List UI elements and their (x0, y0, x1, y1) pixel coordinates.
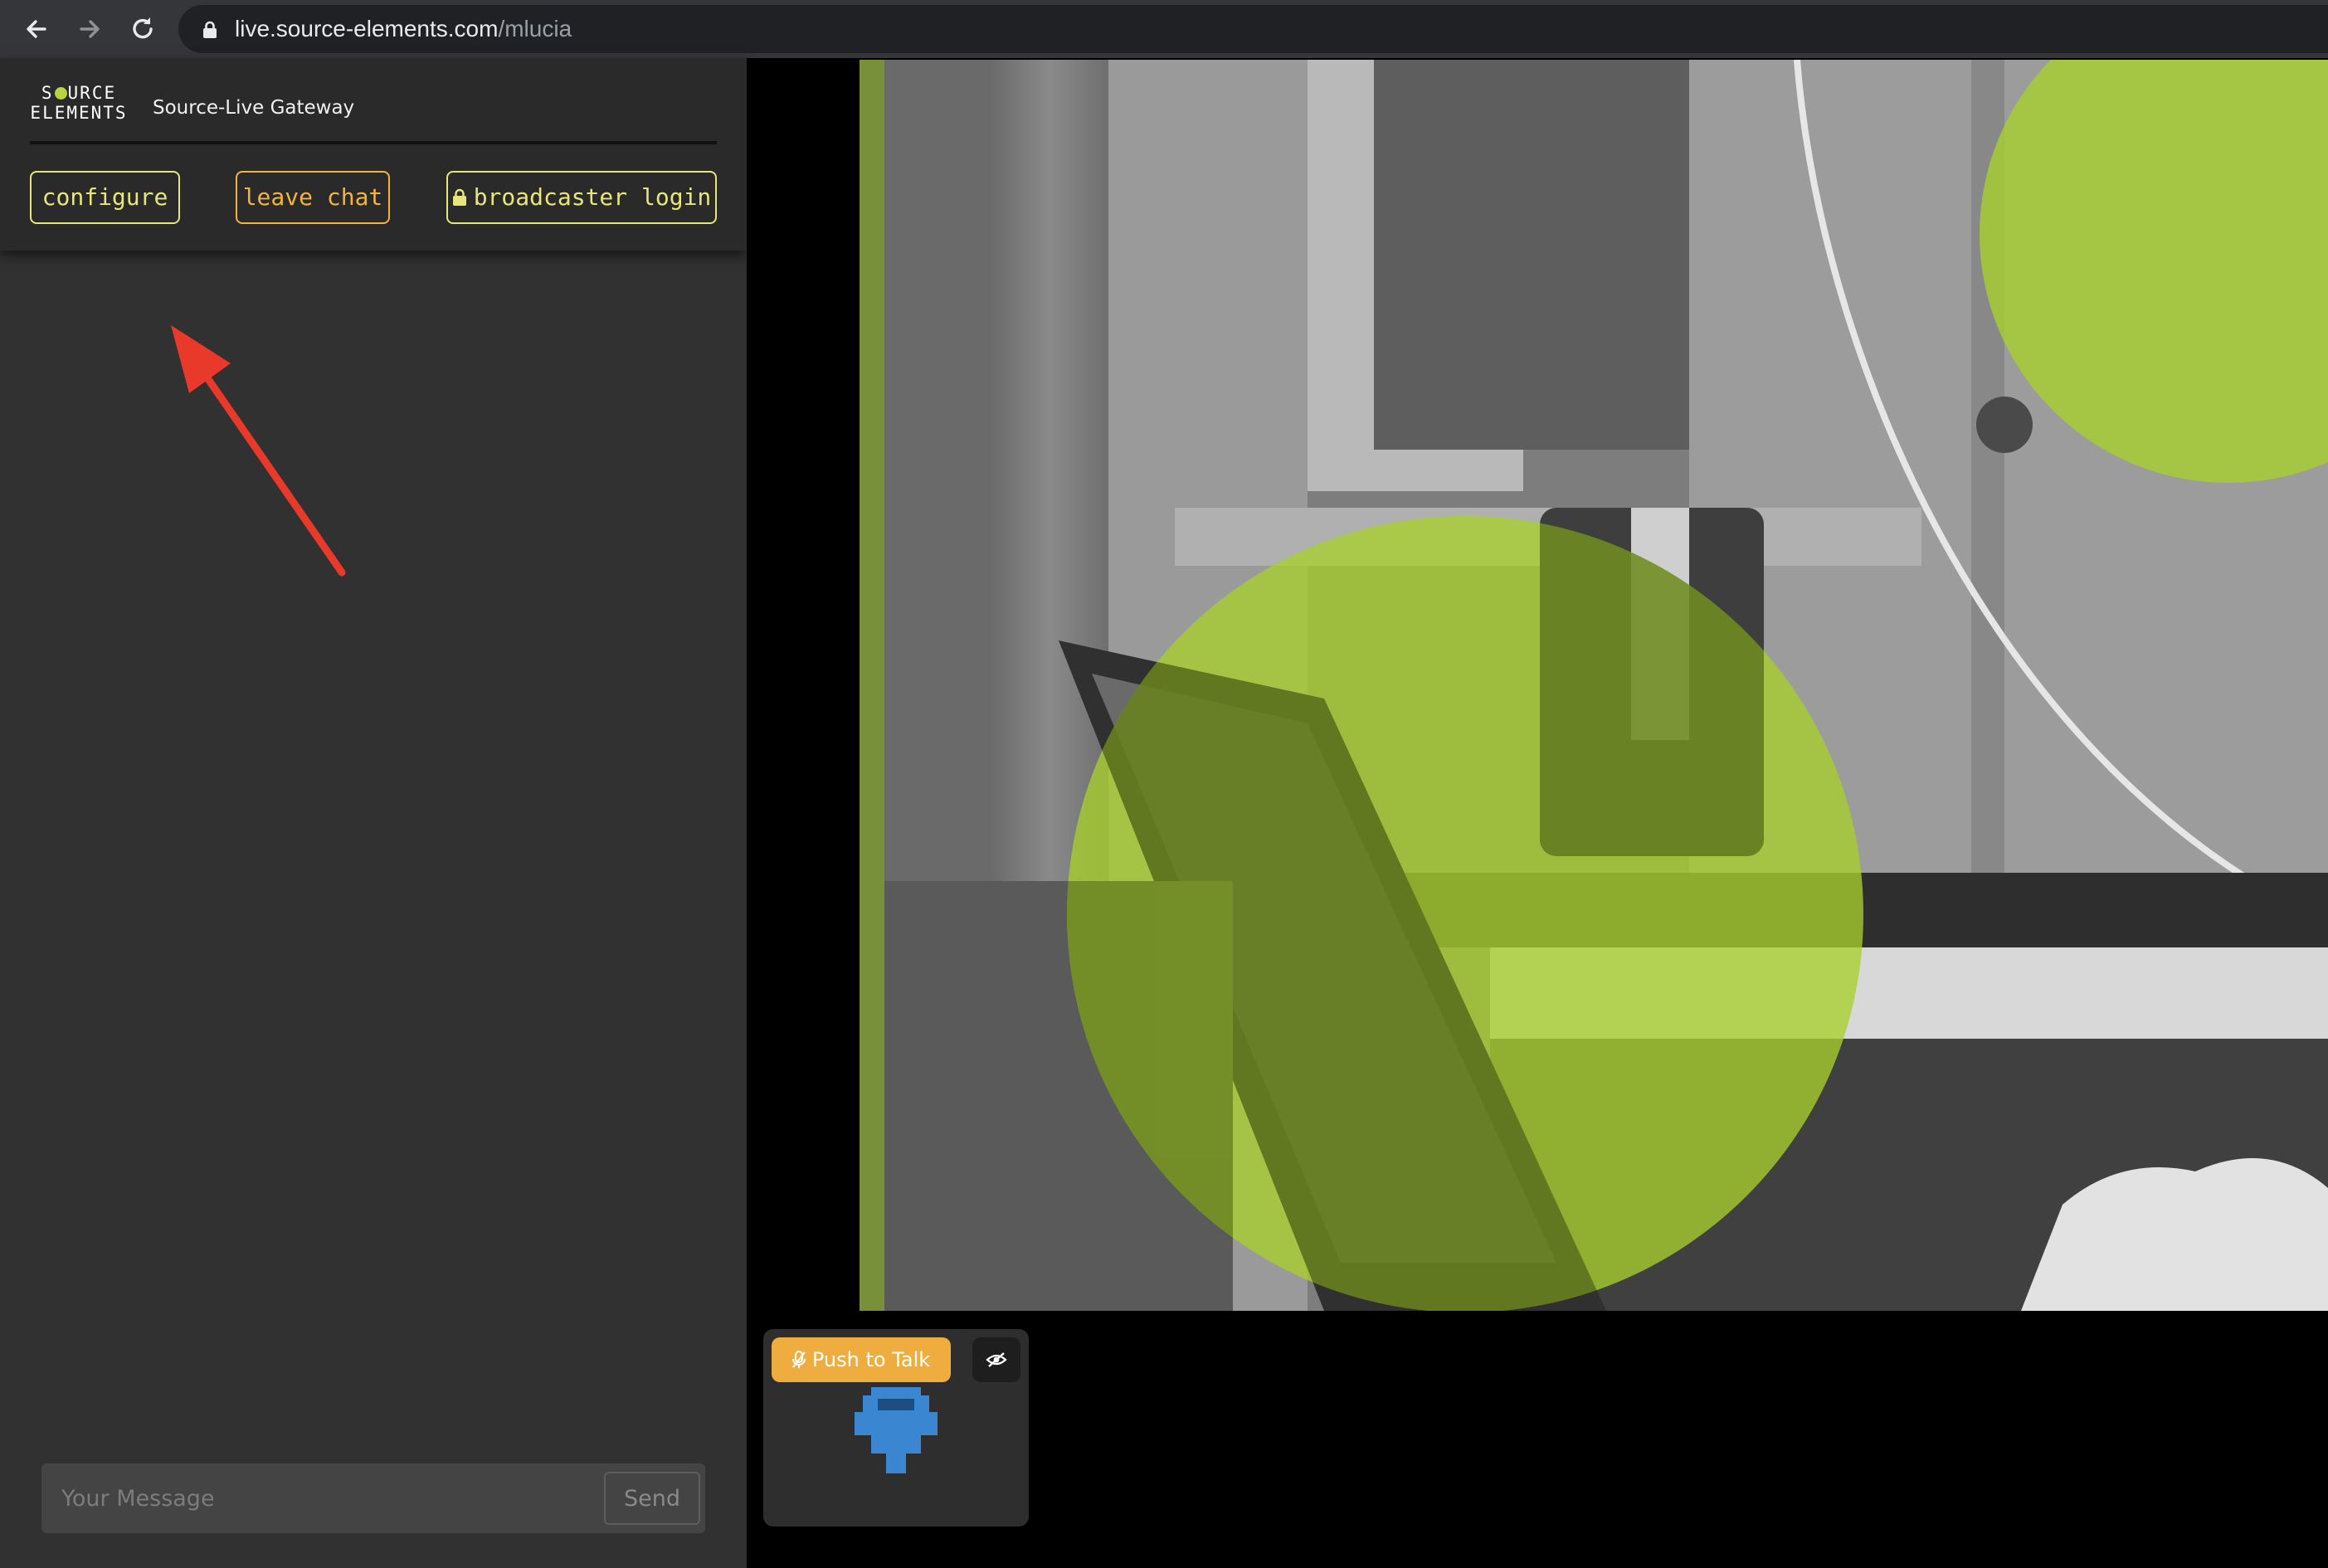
video-frame-image (860, 60, 2328, 1311)
toggle-visibility-button[interactable] (972, 1337, 1020, 1382)
reload-button[interactable] (123, 9, 163, 49)
logo-letters-urce: URCE (67, 83, 117, 103)
url-text: live.source-elements.com/mlucia (235, 5, 572, 53)
panel-header: S URCE ELEMENTS Source-Live Gateway confi… (0, 58, 747, 251)
chat-panel: S URCE ELEMENTS Source-Live Gateway confi… (0, 58, 747, 1568)
video-stream (860, 60, 2328, 1311)
push-to-talk-panel: Push to Talk (763, 1329, 1029, 1527)
push-to-talk-button[interactable]: Push to Talk (772, 1337, 951, 1382)
send-button[interactable]: Send (604, 1472, 700, 1525)
eye-slash-icon (986, 1352, 1007, 1367)
url-host: live.source-elements.com (235, 16, 499, 41)
message-composer: Send (41, 1463, 705, 1533)
annotation-arrow-icon (171, 325, 346, 577)
logo-letter-s: S (41, 83, 54, 103)
pixel-avatar-icon (855, 1387, 938, 1473)
forward-button[interactable] (70, 9, 110, 49)
reload-icon (133, 17, 153, 39)
logo-line-2: ELEMENTS (30, 103, 128, 123)
message-input[interactable] (41, 1463, 597, 1533)
app-title: Source-Live Gateway (153, 97, 355, 119)
push-to-talk-label: Push to Talk (811, 1348, 931, 1371)
browser-toolbar: live.source-elements.com/mlucia (0, 0, 2328, 58)
lock-icon (452, 188, 466, 206)
source-elements-logo: S URCE ELEMENTS (28, 83, 129, 123)
broadcaster-login-label: broadcaster login (473, 183, 712, 211)
lock-icon (203, 21, 217, 38)
forward-arrow-icon (80, 20, 100, 38)
header-divider (30, 141, 717, 144)
logo-line-1: S URCE (28, 83, 129, 103)
logo-dot-icon (54, 87, 67, 100)
broadcaster-login-button[interactable]: broadcaster login (446, 171, 717, 224)
leave-chat-button[interactable]: leave chat (236, 171, 390, 224)
url-path: /mlucia (498, 16, 572, 41)
back-button[interactable] (17, 9, 56, 49)
address-bar[interactable]: live.source-elements.com/mlucia (178, 5, 2328, 53)
back-arrow-icon (27, 20, 46, 38)
microphone-icon (791, 1351, 806, 1368)
configure-button[interactable]: configure (30, 171, 180, 224)
